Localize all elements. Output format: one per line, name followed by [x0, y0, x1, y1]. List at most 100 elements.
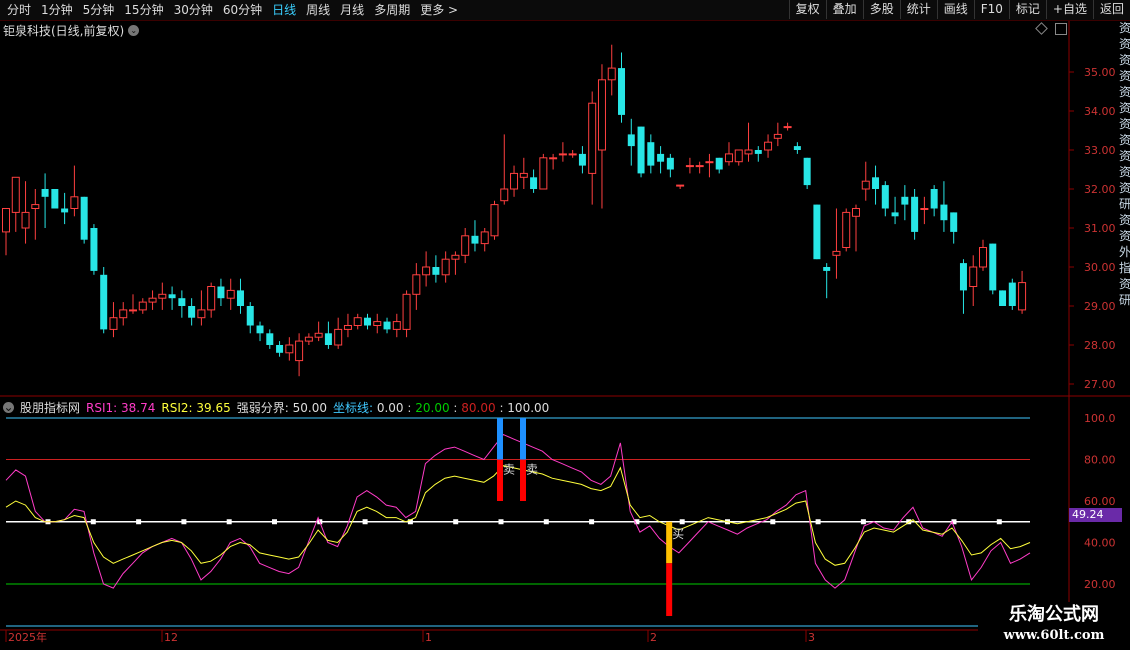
stock-title[interactable]: 钜泉科技(日线,前复权) — [3, 22, 124, 39]
date-axis-label: 12 — [164, 631, 178, 644]
date-axis-label: 2 — [650, 631, 657, 644]
candle-body — [276, 345, 284, 353]
candle-body — [158, 293, 167, 299]
candle-body — [21, 211, 30, 229]
candle-body — [930, 189, 938, 209]
candle-body — [861, 180, 870, 190]
action-button-8[interactable]: 返回 — [1092, 0, 1130, 19]
candle-body — [41, 189, 49, 197]
period-tab-8[interactable]: 月线 — [335, 2, 369, 18]
candle-body — [832, 250, 841, 256]
candle-body — [969, 266, 978, 287]
date-axis-label: 1 — [425, 631, 432, 644]
candle-body — [588, 102, 597, 174]
action-button-6[interactable]: 标记 — [1008, 0, 1046, 19]
period-tab-1[interactable]: 1分钟 — [36, 2, 78, 18]
candle-body — [519, 172, 528, 178]
period-tabs: 分时 1分钟 5分钟 15分钟 30分钟 60分钟 日线 周线 月线 多周期 更多 > — [2, 2, 463, 18]
candle-body — [842, 211, 851, 248]
rsi1-label: RSI1: 38.74 — [86, 400, 156, 415]
action-button-1[interactable]: 叠加 — [825, 0, 863, 19]
action-button-7[interactable]: +自选 — [1045, 0, 1093, 19]
candle-body — [70, 196, 79, 210]
price-axis-label: 32.00 — [1084, 183, 1116, 196]
candle-body — [266, 333, 274, 345]
window-toggle-icon[interactable] — [1055, 23, 1067, 35]
candle-body — [950, 212, 958, 232]
candle-body — [304, 336, 313, 342]
candle-body — [989, 243, 997, 291]
price-axis-label: 27.00 — [1084, 378, 1116, 391]
candle-body — [314, 332, 323, 338]
candle-body — [432, 267, 440, 275]
candle-body — [31, 204, 40, 210]
candle-body — [568, 153, 577, 156]
sell-signal-bar — [497, 418, 503, 460]
candle-body — [1008, 282, 1016, 306]
candle-body — [637, 126, 645, 174]
chevron-down-icon[interactable]: ⌄ — [3, 401, 14, 413]
candle-body — [901, 196, 909, 205]
candle-body — [343, 325, 352, 330]
candle-body — [100, 274, 108, 330]
candle-body — [695, 165, 704, 168]
date-axis-label: 3 — [808, 631, 815, 644]
action-button-4[interactable]: 画线 — [936, 0, 974, 19]
indicator-name[interactable]: 股朋指标网 — [20, 399, 80, 416]
candle-body — [392, 321, 401, 330]
candle-body — [754, 150, 762, 154]
candle-body — [236, 290, 244, 306]
side-info-strip: 资资资资资资资资资资资研资资外指资研 — [1119, 21, 1130, 307]
action-buttons: 复权 叠加 多股 统计 画线 F10 标记 +自选 返回 — [788, 0, 1130, 19]
candle-body — [11, 176, 20, 213]
buy-signal-stem — [666, 563, 673, 616]
candle-body — [188, 306, 196, 318]
candle-body — [891, 212, 899, 217]
chevron-down-icon[interactable]: ⌄ — [128, 25, 140, 36]
chart-canvas[interactable]: 35.00 34.00 33.00 32.00 31.00 30.00 29.00 28.00… — [0, 0, 1130, 650]
candle-body — [597, 79, 606, 151]
period-tab-10[interactable]: 更多 > — [415, 2, 463, 18]
period-tab-4[interactable]: 30分钟 — [169, 2, 218, 18]
candle-body — [402, 293, 411, 330]
period-tab-0[interactable]: 分时 — [2, 2, 36, 18]
rsi2-line — [5, 465, 1031, 566]
coord-label: 坐标线: 0.00 : 20.00 : 80.00 : 100.00 — [332, 401, 550, 415]
action-button-3[interactable]: 统计 — [899, 0, 937, 19]
price-axis-label: 34.00 — [1084, 105, 1116, 118]
sell-label: 卖 — [526, 463, 538, 477]
indicator-pane: 100.0 80.00 60.00 40.00 20.00 买 卖卖 — [5, 412, 1116, 627]
rsi1-line — [5, 433, 1031, 589]
sell-label: 卖 — [503, 463, 515, 477]
watermark-logo: 乐淘公式网 www.60lt.com — [978, 602, 1130, 650]
candle-body — [80, 196, 88, 240]
candle-body — [911, 196, 919, 232]
candle-body — [715, 157, 723, 170]
candle-body — [558, 153, 567, 156]
action-button-0[interactable]: 复权 — [788, 0, 826, 19]
action-button-2[interactable]: 多股 — [862, 0, 900, 19]
candle-body — [724, 153, 733, 163]
stock-title-bar: 钜泉科技(日线,前复权) ⌄ — [3, 22, 140, 39]
candle-body — [813, 204, 821, 260]
candle-body — [823, 267, 831, 271]
boundary-marker — [362, 519, 368, 525]
boundary-marker — [860, 519, 866, 525]
action-button-5[interactable]: F10 — [973, 0, 1009, 19]
period-tab-5[interactable]: 60分钟 — [218, 2, 267, 18]
candle-body — [256, 325, 264, 334]
boundary-marker — [226, 519, 232, 525]
period-tab-2[interactable]: 5分钟 — [78, 2, 120, 18]
candle-body — [783, 126, 792, 129]
candle-body — [549, 157, 558, 160]
period-tab-7[interactable]: 周线 — [301, 2, 335, 18]
candle-body — [539, 157, 548, 190]
period-tab-6[interactable]: 日线 — [267, 2, 301, 18]
candle-body — [2, 208, 10, 233]
top-toolbar: 分时 1分钟 5分钟 15分钟 30分钟 60分钟 日线 周线 月线 多周期 更多 > 复权 叠加 多股… — [0, 0, 1130, 21]
period-tab-9[interactable]: 多周期 — [369, 2, 415, 18]
price-axis-label: 29.00 — [1084, 300, 1116, 313]
candle-body — [461, 235, 470, 256]
price-axis-label: 28.00 — [1084, 339, 1116, 352]
period-tab-3[interactable]: 15分钟 — [119, 2, 168, 18]
